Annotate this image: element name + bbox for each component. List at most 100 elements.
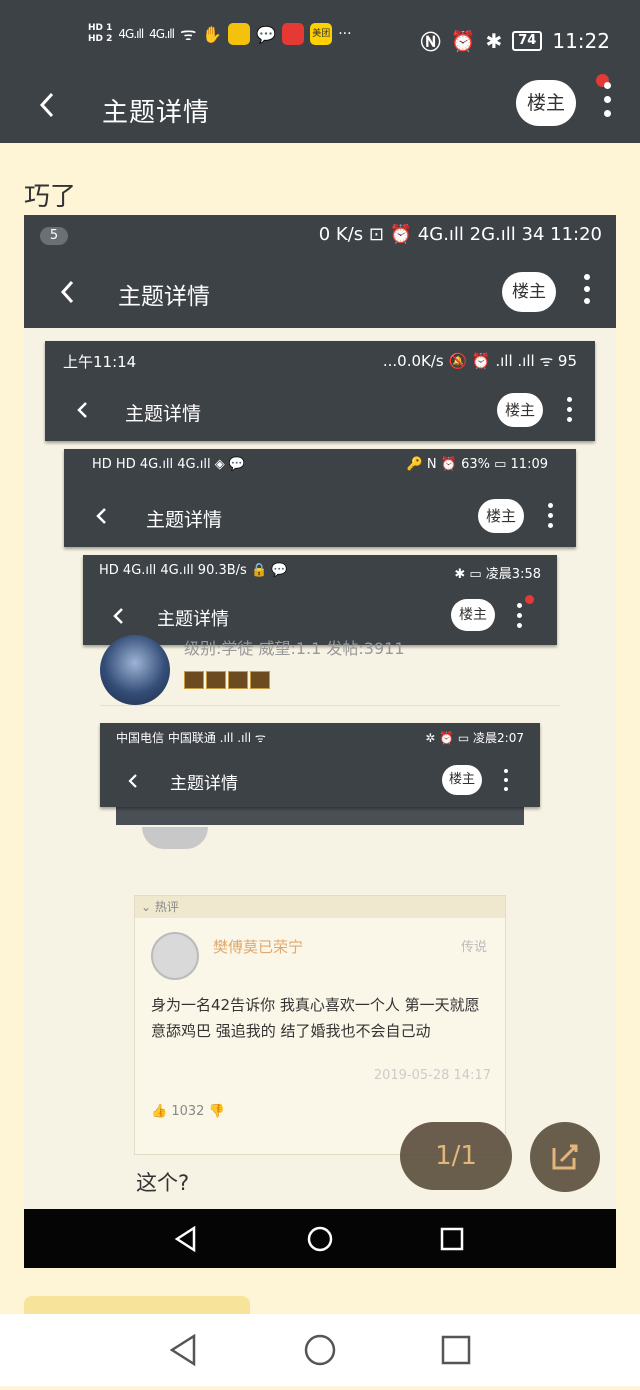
medal-icon	[228, 671, 248, 689]
medal-icon	[184, 671, 204, 689]
app-yellow-icon	[228, 23, 251, 45]
hd-1-label: HD 1	[88, 23, 113, 33]
signal-2-label: 4G	[149, 27, 165, 41]
nested-status-left: HD HD 4G.ıll 4G.ıll ◈ 💬	[92, 457, 246, 472]
nested-title: 主题详情	[146, 509, 223, 531]
hot-comment-header: ⌄ 热评	[135, 896, 505, 918]
thumb-up-icon: 👍	[151, 1104, 168, 1119]
more-notifications-icon: ···	[338, 26, 352, 42]
battery-icon: 74	[512, 30, 543, 51]
status-right: Ⓝ ⏰ ✱ 74 11:22	[421, 26, 610, 55]
signal-1-label: 4G	[118, 27, 134, 41]
partial-bar-fragment	[116, 805, 524, 825]
nfc-icon: Ⓝ	[420, 30, 441, 54]
nested-status-bar: HD 4G.ıll 4G.ıll 90.3B/s 🔒 💬 ✱ ▭ 凌晨3:58	[83, 563, 557, 582]
more-options-icon[interactable]	[602, 82, 612, 126]
nested-status-right: ✱ ▭ 凌晨3:58	[454, 567, 541, 582]
nested-louzhu-button: 楼主	[442, 765, 482, 795]
video-app-icon	[282, 23, 305, 45]
user-avatar-fragment	[142, 827, 208, 849]
louzhu-button[interactable]: 楼主	[516, 80, 576, 126]
clock: 11:22	[552, 28, 610, 53]
image-louzhu-button: 楼主	[502, 272, 556, 312]
comment-time: 2019-05-28 14:17	[373, 1068, 491, 1083]
comment-likes: 👍 1032 👎	[151, 1104, 225, 1119]
image-status-bar: 5 0 K/s ⊡ ⏰ 4G.ıll 2G.ıll 34 11:20	[24, 215, 616, 255]
profile-fragment: 级别:学徒 威望:1.1 发帖:3911	[100, 635, 560, 725]
nested-screenshot-4: 中国电信 中国联通 .ıll .ıll ᯤ ✲ ⏰ ▭ 凌晨2:07 主题详情 …	[100, 723, 540, 807]
page-indicator[interactable]: 1/1	[400, 1122, 512, 1190]
edit-icon[interactable]	[530, 1122, 600, 1192]
notification-count-badge: 5	[40, 227, 68, 245]
more-options-icon	[546, 503, 554, 528]
back-arrow-icon	[128, 774, 137, 788]
comment-body: 身为一名42告诉你 我真心喜欢一个人 第一天就愿意舔鸡巴 强追我的 结了婚我也不…	[151, 996, 480, 1040]
post-image[interactable]: 5 0 K/s ⊡ ⏰ 4G.ıll 2G.ıll 34 11:20 主题详情 …	[24, 215, 616, 1268]
nav-back-icon	[174, 1225, 196, 1253]
system-nav-bar	[0, 1314, 640, 1386]
more-options-icon	[515, 603, 523, 628]
commenter-name: 樊傅莫已荣宁	[213, 938, 304, 956]
image-status-right: 0 K/s ⊡ ⏰ 4G.ıll 2G.ıll 34 11:20	[318, 224, 602, 245]
chat-icon: 💬	[256, 24, 277, 44]
page-title: 主题详情	[102, 98, 211, 128]
nav-recents-icon	[440, 1227, 464, 1251]
commenter-avatar	[151, 932, 199, 980]
nested-screenshot-3: HD 4G.ıll 4G.ıll 90.3B/s 🔒 💬 ✱ ▭ 凌晨3:58 …	[83, 555, 557, 645]
alarm-icon: ⏰	[450, 28, 476, 53]
nav-recents-button[interactable]	[424, 1314, 488, 1386]
nested-status-bar: HD HD 4G.ıll 4G.ıll ◈ 💬 🔑 N ⏰ 63% ▭ 11:0…	[64, 457, 576, 472]
nested-status-bar: 上午11:14 ...0.0K/s 🔕 ⏰ .ıll .ıll ᯤ 95	[45, 351, 595, 372]
status-bar: HD 1 HD 2 4G.ıll 4G.ıll ᯤ ✋ 💬 美团 ··· Ⓝ ⏰…	[0, 0, 640, 80]
more-options-icon	[502, 769, 510, 791]
more-options-icon	[583, 274, 591, 304]
back-arrow-icon	[77, 402, 87, 418]
nested-status-right: ✲ ⏰ ▭ 凌晨2:07	[425, 731, 524, 745]
hand-icon: ✋	[202, 24, 223, 44]
nested-status-left: HD 4G.ıll 4G.ıll 90.3B/s 🔒 💬	[99, 563, 288, 578]
nested-status-bar: 中国电信 中国联通 .ıll .ıll ᯤ ✲ ⏰ ▭ 凌晨2:07	[100, 729, 540, 746]
post-text: 巧了	[24, 182, 77, 212]
followup-text: 这个?	[136, 1171, 190, 1195]
nested-screenshot-2: HD HD 4G.ıll 4G.ıll ◈ 💬 🔑 N ⏰ 63% ▭ 11:0…	[64, 449, 576, 547]
commenter-tag: 传说	[460, 940, 487, 955]
image-title: 主题详情	[118, 284, 210, 310]
nested-title: 主题详情	[170, 774, 238, 794]
nested-status-left: 中国电信 中国联通 .ıll .ıll ᯤ	[116, 731, 266, 745]
nested-louzhu-button: 楼主	[451, 599, 495, 631]
nested-title: 主题详情	[125, 403, 202, 425]
nav-back-icon	[169, 1333, 196, 1367]
medal-icon	[250, 671, 270, 689]
more-options-icon	[565, 397, 573, 422]
nav-back-button[interactable]	[150, 1314, 214, 1386]
bluetooth-icon: ✱	[485, 28, 503, 53]
nested-louzhu-button: 楼主	[497, 393, 543, 427]
hd-indicator: HD 1 HD 2	[88, 23, 112, 45]
divider	[100, 705, 560, 706]
like-count: 1032	[171, 1104, 205, 1119]
notification-dot	[525, 595, 534, 604]
back-arrow-icon[interactable]	[38, 90, 58, 120]
wifi-icon: ᯤ	[179, 24, 197, 45]
back-arrow-icon	[96, 508, 106, 524]
user-stats: 级别:学徒 威望:1.1 发帖:3911	[184, 639, 405, 658]
thumb-down-icon: 👎	[208, 1104, 225, 1119]
image-app-bar: 主题详情 楼主	[24, 255, 616, 328]
nested-louzhu-button: 楼主	[478, 499, 524, 533]
status-left: HD 1 HD 2 4G.ıll 4G.ıll ᯤ ✋ 💬 美团 ···	[88, 22, 352, 46]
app-bar: 主题详情 楼主	[0, 74, 640, 143]
medal-icons	[184, 671, 270, 689]
nav-home-icon	[304, 1334, 336, 1366]
nested-status-right: ...0.0K/s 🔕 ⏰ .ıll .ıll ᯤ 95	[382, 352, 577, 370]
back-arrow-icon	[60, 280, 74, 304]
nested-screenshot-1: 上午11:14 ...0.0K/s 🔕 ⏰ .ıll .ıll ᯤ 95 主题详…	[45, 341, 595, 441]
nested-title: 主题详情	[157, 609, 229, 630]
nested-status-left: 上午11:14	[63, 353, 137, 371]
nav-home-icon	[307, 1226, 333, 1252]
user-avatar	[100, 635, 170, 705]
medal-icon	[206, 671, 226, 689]
image-nav-bar	[24, 1209, 616, 1268]
meituan-icon: 美团	[310, 23, 333, 45]
nav-home-button[interactable]	[288, 1314, 352, 1386]
hot-comment-card: ⌄ 热评 樊傅莫已荣宁 传说 身为一名42告诉你 我真心喜欢一个人 第一天就愿意…	[134, 895, 506, 1155]
